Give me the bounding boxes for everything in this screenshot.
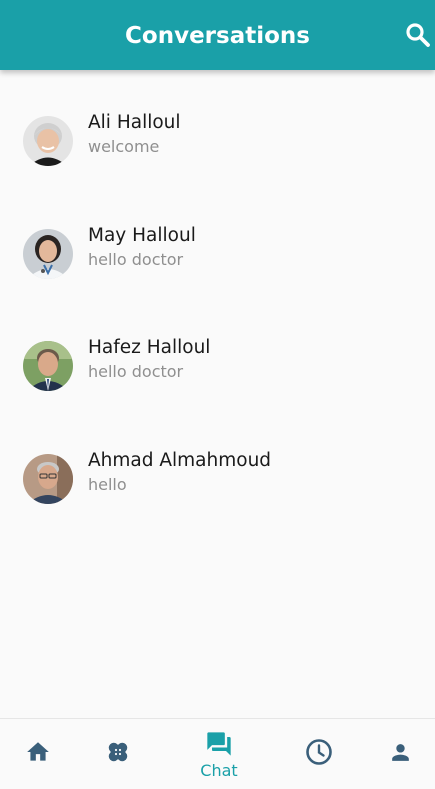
contact-name: Ali Halloul: [88, 112, 181, 133]
bandage-icon: [108, 742, 128, 762]
app-bar: Conversations: [0, 0, 435, 70]
conversation-row[interactable]: May Halloul hello doctor: [0, 183, 435, 279]
nav-home[interactable]: [15, 719, 60, 789]
last-message: hello doctor: [88, 362, 184, 381]
person-icon: [392, 744, 409, 761]
clock-icon: [306, 739, 332, 765]
home-icon: [27, 742, 49, 761]
avatar[interactable]: [23, 229, 73, 279]
last-message: hello doctor: [88, 250, 184, 269]
last-message: hello: [88, 475, 127, 494]
nav-chat[interactable]: Chat: [190, 719, 248, 789]
nav-treatment[interactable]: [95, 719, 140, 789]
avatar[interactable]: [23, 454, 73, 504]
avatar[interactable]: [23, 116, 73, 166]
nav-profile[interactable]: [378, 719, 423, 789]
contact-name: Hafez Halloul: [88, 337, 211, 358]
conversation-row[interactable]: Hafez Halloul hello doctor: [0, 295, 435, 391]
contact-name: Ahmad Almahmoud: [88, 450, 272, 471]
nav-chat-label: Chat: [200, 761, 238, 780]
conversation-row[interactable]: Ali Halloul welcome: [0, 70, 435, 166]
page-title: Conversations: [125, 23, 310, 49]
nav-history[interactable]: [297, 719, 342, 789]
bottom-navigation: Chat: [0, 718, 435, 789]
search-button[interactable]: [405, 22, 431, 48]
search-icon: [406, 23, 430, 47]
contact-name: May Halloul: [88, 225, 196, 246]
avatar[interactable]: [23, 341, 73, 391]
conversation-row[interactable]: Ahmad Almahmoud hello: [0, 408, 435, 504]
forum-icon: [207, 732, 231, 756]
last-message: welcome: [88, 137, 160, 156]
